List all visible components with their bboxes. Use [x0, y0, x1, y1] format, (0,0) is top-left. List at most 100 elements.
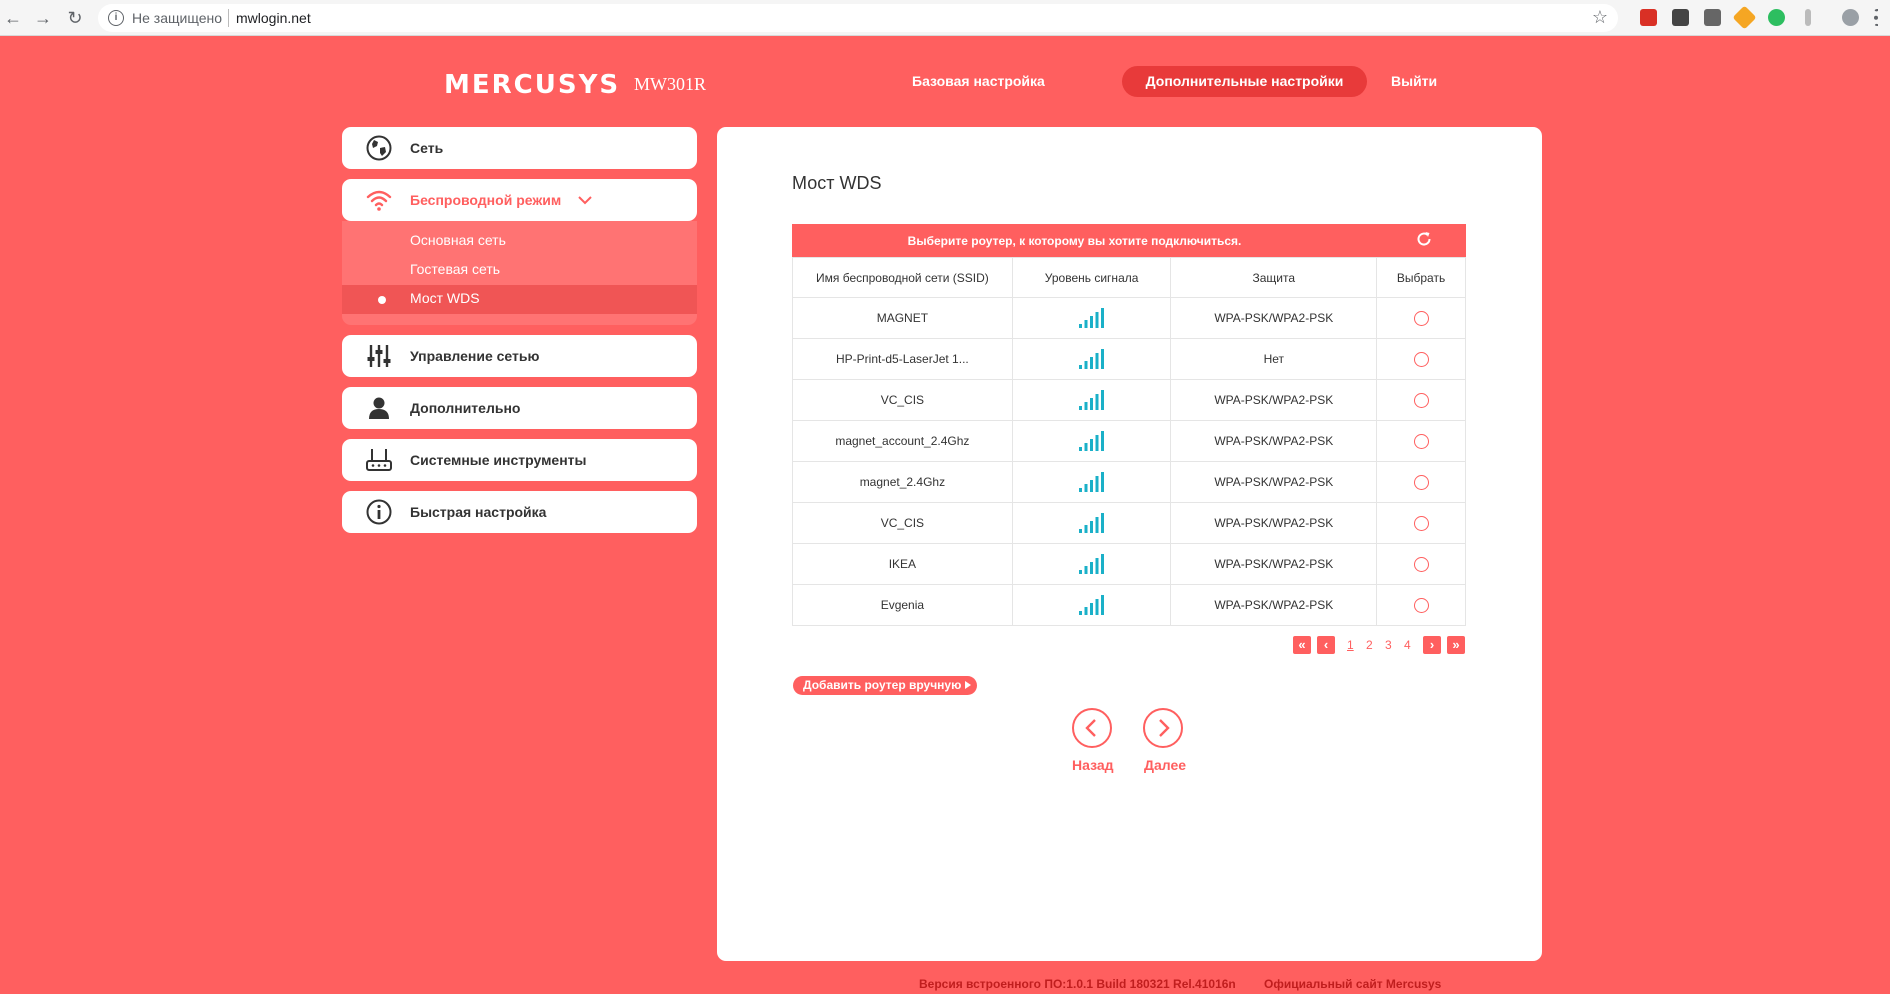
- table-row[interactable]: Evgenia WPA-PSK/WPA2-PSK: [792, 584, 1466, 626]
- next-page-icon[interactable]: ›: [1423, 636, 1441, 654]
- active-dot-icon: [378, 296, 386, 304]
- sidebar-item-label: Дополнительно: [410, 400, 521, 416]
- table-row[interactable]: VC_CIS WPA-PSK/WPA2-PSK: [792, 502, 1466, 544]
- signal-cell: [1011, 502, 1172, 544]
- amazon-extension-icon[interactable]: [1704, 9, 1721, 26]
- column-header-ssid: Имя беспроводной сети (SSID): [792, 257, 1013, 298]
- select-cell: [1376, 461, 1466, 503]
- select-radio[interactable]: [1413, 351, 1429, 367]
- table-row[interactable]: VC_CIS WPA-PSK/WPA2-PSK: [792, 379, 1466, 421]
- signal-bars-icon: [1078, 390, 1104, 410]
- forward-icon[interactable]: →: [32, 8, 54, 28]
- table-row[interactable]: HP-Print-d5-LaserJet 1... Нет: [792, 338, 1466, 380]
- table-row[interactable]: magnet_2.4Ghz WPA-PSK/WPA2-PSK: [792, 461, 1466, 503]
- sidebar-item-network-control[interactable]: Управление сетью: [342, 335, 697, 377]
- column-header-select: Выбрать: [1376, 257, 1466, 298]
- bolt-extension-icon[interactable]: [1805, 9, 1811, 26]
- sidebar-item-quick-setup[interactable]: Быстрая настройка: [342, 491, 697, 533]
- back-button[interactable]: [1072, 708, 1112, 748]
- security-cell: WPA-PSK/WPA2-PSK: [1170, 297, 1378, 339]
- ssid-cell: magnet_2.4Ghz: [792, 461, 1013, 503]
- signal-bars-icon: [1078, 554, 1104, 574]
- nav-basic-settings[interactable]: Базовая настройка: [912, 73, 1045, 89]
- pocket-extension-icon[interactable]: [1672, 9, 1689, 26]
- page-link-1[interactable]: 1: [1347, 638, 1354, 652]
- sidebar-item-network[interactable]: Сеть: [342, 127, 697, 169]
- ssid-cell: HP-Print-d5-LaserJet 1...: [792, 338, 1013, 380]
- ssid-cell: VC_CIS: [792, 379, 1013, 421]
- submenu-item-wds[interactable]: Мост WDS: [342, 285, 697, 314]
- back-icon[interactable]: ←: [2, 8, 24, 28]
- extension-icon-red[interactable]: [1640, 9, 1657, 26]
- select-radio[interactable]: [1413, 392, 1429, 408]
- reload-icon[interactable]: ↻: [64, 8, 86, 28]
- sliders-icon: [367, 345, 391, 367]
- security-cell: WPA-PSK/WPA2-PSK: [1170, 379, 1378, 421]
- chevron-down-icon: [578, 196, 592, 205]
- info-icon[interactable]: i: [108, 10, 124, 26]
- sidebar-item-system-tools[interactable]: Системные инструменты: [342, 439, 697, 481]
- profile-avatar-icon[interactable]: [1842, 9, 1859, 26]
- firmware-version: Версия встроенного ПО:1.0.1 Build 180321…: [919, 977, 1236, 991]
- submenu-item-label: Мост WDS: [410, 290, 480, 306]
- column-header-security: Защита: [1170, 257, 1378, 298]
- select-cell: [1376, 502, 1466, 544]
- browser-toolbar: ← → ↻ i Не защищено mwlogin.net ☆: [0, 0, 1890, 36]
- select-radio[interactable]: [1413, 474, 1429, 490]
- signal-bars-icon: [1078, 349, 1104, 369]
- security-cell: WPA-PSK/WPA2-PSK: [1170, 461, 1378, 503]
- url-text[interactable]: mwlogin.net: [236, 10, 311, 26]
- add-router-label: Добавить роутер вручную: [803, 678, 962, 692]
- diamond-extension-icon[interactable]: [1732, 5, 1757, 30]
- security-cell: WPA-PSK/WPA2-PSK: [1170, 420, 1378, 462]
- signal-cell: [1011, 543, 1172, 585]
- select-cell: [1376, 379, 1466, 421]
- next-button[interactable]: [1143, 708, 1183, 748]
- select-radio[interactable]: [1413, 433, 1429, 449]
- scan-prompt: Выберите роутер, к которому вы хотите по…: [907, 234, 1242, 248]
- evernote-extension-icon[interactable]: [1768, 9, 1785, 26]
- last-page-icon[interactable]: »: [1447, 636, 1465, 654]
- signal-cell: [1011, 379, 1172, 421]
- add-router-manually-button[interactable]: Добавить роутер вручную: [793, 676, 978, 695]
- signal-cell: [1011, 338, 1172, 380]
- next-label[interactable]: Далее: [1144, 757, 1186, 773]
- nav-logout[interactable]: Выйти: [1391, 73, 1437, 89]
- submenu-item-guest-network[interactable]: Гостевая сеть: [410, 261, 500, 277]
- sidebar-item-label: Системные инструменты: [410, 452, 587, 468]
- select-radio[interactable]: [1413, 310, 1429, 326]
- select-radio[interactable]: [1413, 597, 1429, 613]
- submenu-item-main-network[interactable]: Основная сеть: [410, 232, 506, 248]
- security-cell: WPA-PSK/WPA2-PSK: [1170, 502, 1378, 544]
- bookmark-star-icon[interactable]: ☆: [1592, 7, 1608, 28]
- wifi-icon: [366, 190, 392, 211]
- ssid-cell: VC_CIS: [792, 502, 1013, 544]
- chevron-left-icon: [1085, 719, 1096, 737]
- page-link-4[interactable]: 4: [1404, 638, 1411, 652]
- select-radio[interactable]: [1413, 515, 1429, 531]
- table-row[interactable]: MAGNET WPA-PSK/WPA2-PSK: [792, 297, 1466, 339]
- sidebar-item-label: Беспроводной режим: [410, 192, 562, 208]
- wireless-submenu: Основная сеть Гостевая сеть Мост WDS: [342, 221, 697, 325]
- security-cell: WPA-PSK/WPA2-PSK: [1170, 543, 1378, 585]
- select-cell: [1376, 584, 1466, 626]
- table-row[interactable]: magnet_account_2.4Ghz WPA-PSK/WPA2-PSK: [792, 420, 1466, 462]
- table-row[interactable]: IKEA WPA-PSK/WPA2-PSK: [792, 543, 1466, 585]
- menu-dots-icon[interactable]: [1874, 9, 1882, 26]
- official-site-link[interactable]: Официальный сайт Mercusys: [1264, 977, 1441, 991]
- refresh-icon[interactable]: [1415, 230, 1433, 248]
- first-page-icon[interactable]: «: [1293, 636, 1311, 654]
- page-link-2[interactable]: 2: [1366, 638, 1373, 652]
- signal-cell: [1011, 420, 1172, 462]
- address-bar[interactable]: i Не защищено mwlogin.net ☆: [98, 4, 1618, 32]
- sidebar-item-label: Сеть: [410, 140, 444, 156]
- prev-page-icon[interactable]: ‹: [1317, 636, 1335, 654]
- nav-advanced-settings[interactable]: Дополнительные настройки: [1122, 66, 1367, 97]
- select-radio[interactable]: [1413, 556, 1429, 572]
- sidebar-item-advanced[interactable]: Дополнительно: [342, 387, 697, 429]
- column-header-signal: Уровень сигнала: [1011, 257, 1172, 298]
- sidebar-item-wireless[interactable]: Беспроводной режим: [342, 179, 697, 221]
- signal-cell: [1011, 297, 1172, 339]
- page-link-3[interactable]: 3: [1385, 638, 1392, 652]
- back-label[interactable]: Назад: [1072, 757, 1114, 773]
